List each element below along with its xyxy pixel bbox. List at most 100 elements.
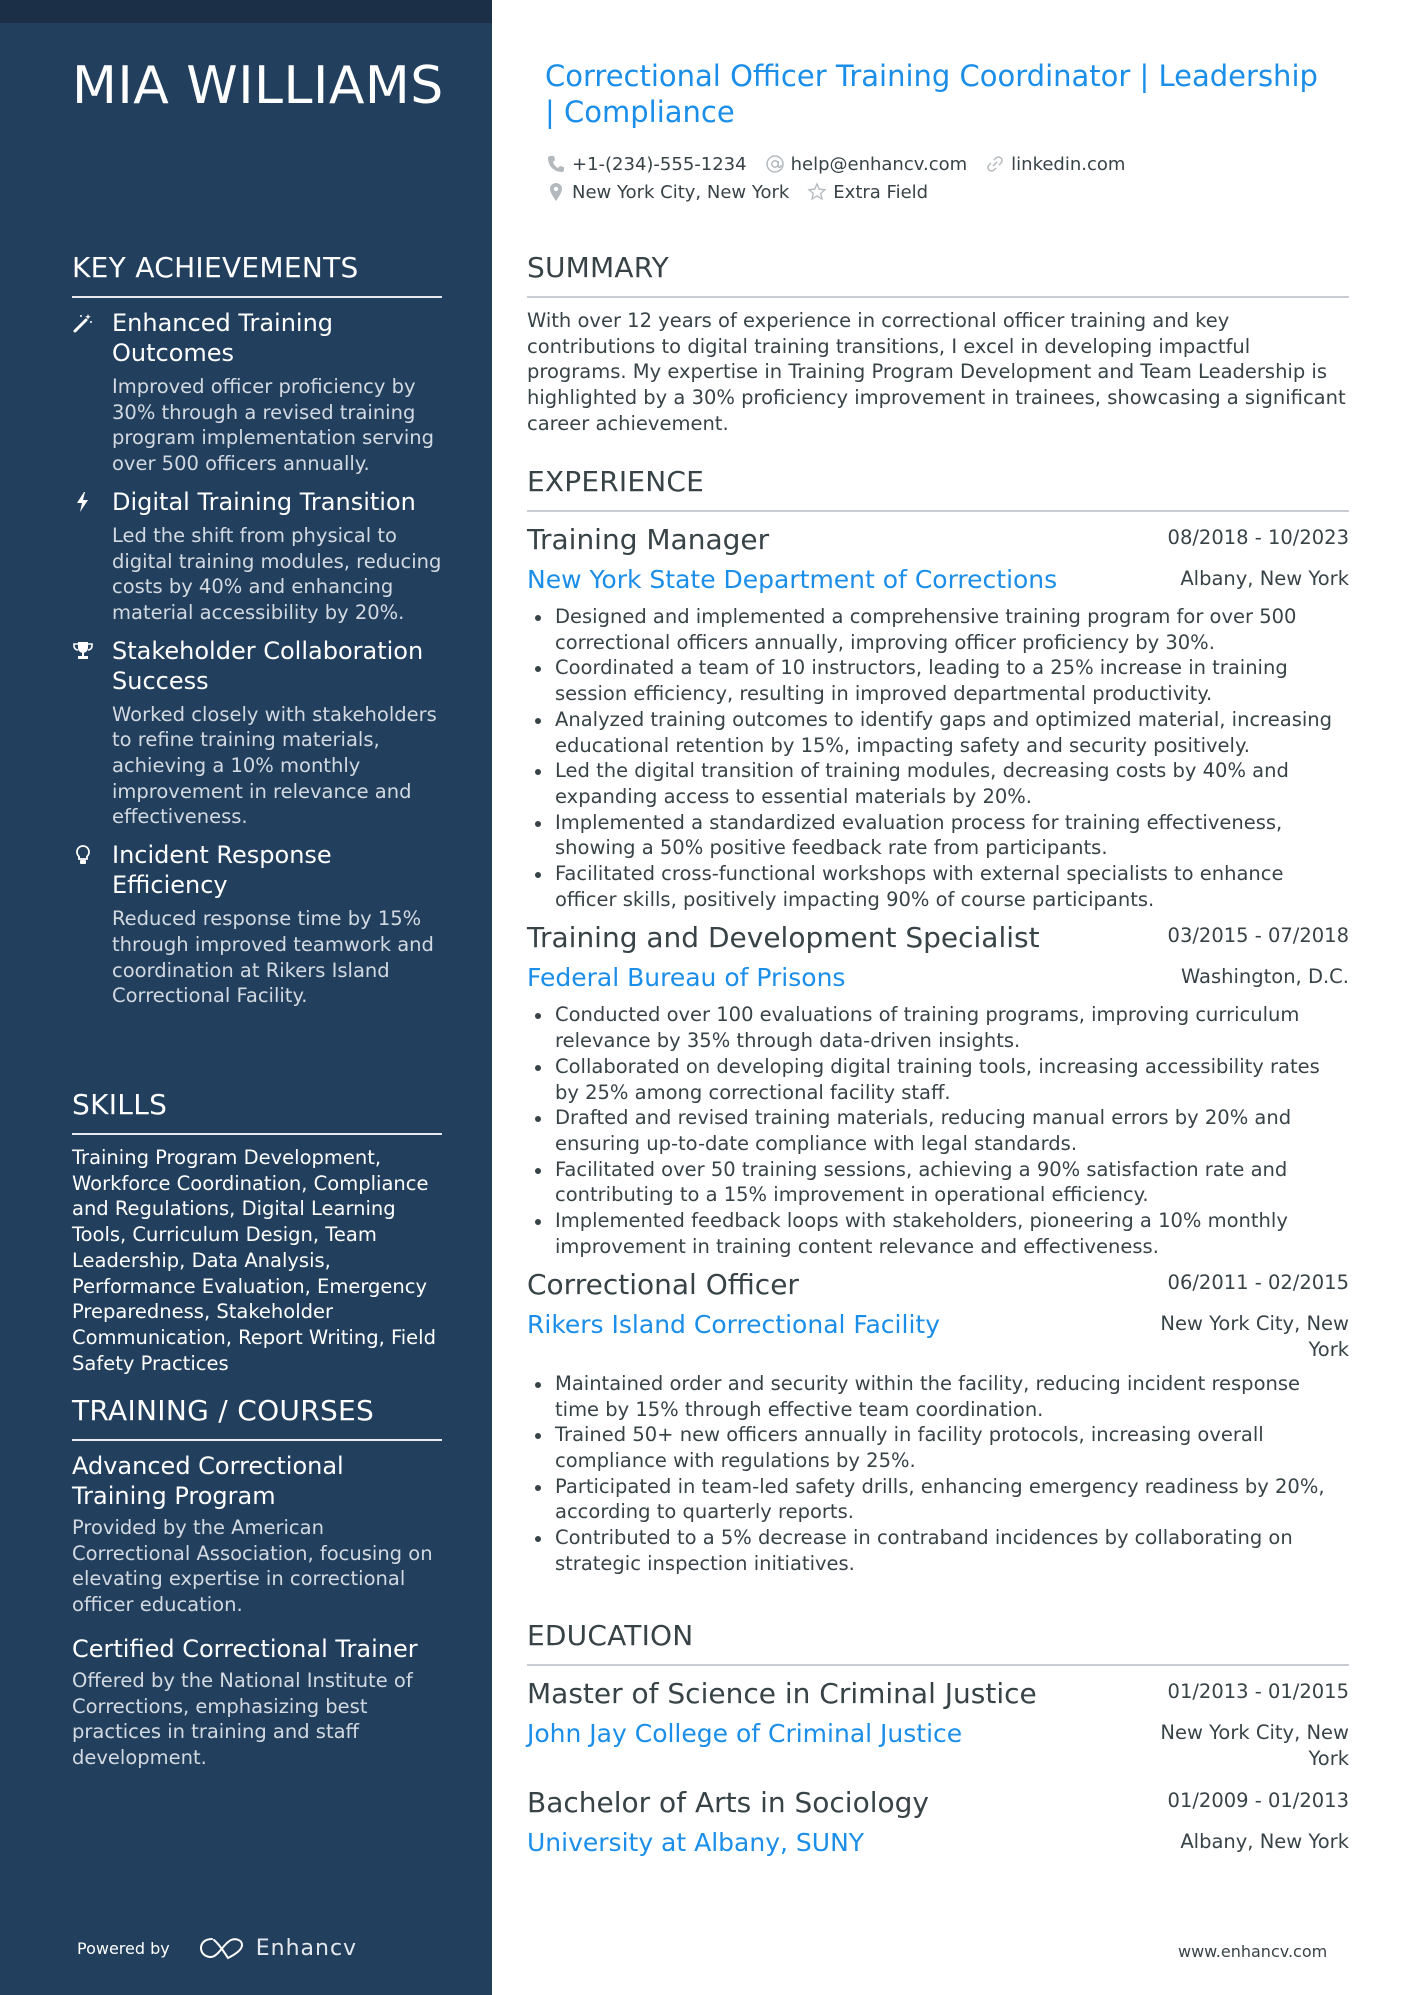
summary-section: SUMMARY With over 12 years of experience… (527, 250, 1349, 437)
job-dates: 06/2011 - 02/2015 (1167, 1271, 1349, 1295)
job-dates: 03/2015 - 07/2018 (1167, 924, 1349, 948)
bullet-item: Facilitated over 50 training sessions, a… (527, 1157, 1349, 1208)
at-sign-icon (765, 155, 784, 173)
achievement-description: Led the shift from physical to digital t… (112, 523, 442, 624)
school-name: University at Albany, SUNY (527, 1828, 865, 1858)
job-bullets: Conducted over 100 evaluations of traini… (527, 1002, 1349, 1259)
contact-phone: +1-(234)-555-1234 (546, 154, 747, 175)
experience-section: EXPERIENCE Training Manager 08/2018 - 10… (527, 464, 1349, 1585)
education-entry: Master of Science in Criminal Justice 01… (527, 1676, 1349, 1771)
bullet-item: Conducted over 100 evaluations of traini… (527, 1002, 1349, 1053)
education-dates: 01/2009 - 01/2013 (1167, 1789, 1349, 1813)
magic-wand-icon (72, 312, 94, 334)
contact-location: New York City, New York (546, 182, 789, 203)
location-text: New York City, New York (572, 181, 790, 203)
enhancv-brand: Enhancv (255, 1935, 358, 1961)
contact-row: +1-(234)-555-1234 help@enhancv.com linke… (546, 150, 1346, 178)
achievement-title: Incident Response Efficiency (112, 841, 332, 900)
section-divider (72, 296, 442, 298)
section-divider (527, 510, 1349, 512)
contact-email[interactable]: help@enhancv.com (765, 154, 968, 175)
bullet-item: Collaborated on developing digital train… (527, 1054, 1349, 1105)
achievement-description: Reduced response time by 15% through imp… (112, 907, 434, 1008)
section-divider (72, 1133, 442, 1135)
phone-number: +1-(234)-555-1234 (572, 153, 747, 175)
contact-info: +1-(234)-555-1234 help@enhancv.com linke… (546, 150, 1346, 206)
achievement-title: Digital Training Transition (112, 487, 416, 516)
course-description: Provided by the American Correctional As… (72, 1516, 433, 1617)
key-achievements-section: KEY ACHIEVEMENTS Enhanced Training Outco… (72, 250, 442, 1019)
skills-section: SKILLS Training Program Development, Wor… (72, 1087, 442, 1376)
contact-link[interactable]: linkedin.com (985, 154, 1125, 175)
course-item: Advanced Correctional Training Program P… (72, 1451, 442, 1618)
bullet-item: Maintained order and security within the… (527, 1371, 1349, 1422)
skills-list: Training Program Development, Workforce … (72, 1146, 436, 1375)
bullet-item: Trained 50+ new officers annually in fac… (527, 1422, 1349, 1473)
school-name: John Jay College of Criminal Justice (527, 1719, 963, 1748)
course-title: Certified Correctional Trainer (72, 1634, 418, 1663)
bullet-item: Coordinated a team of 10 instructors, le… (527, 655, 1349, 706)
courses-title: TRAINING / COURSES (72, 1394, 375, 1427)
education-title: EDUCATION (527, 1619, 694, 1652)
bullet-item: Analyzed training outcomes to identify g… (527, 707, 1349, 758)
summary-text: With over 12 years of experience in corr… (527, 309, 1346, 435)
achievement-title: Enhanced Training Outcomes (112, 309, 334, 367)
star-icon (807, 182, 827, 201)
candidate-name: MIA WILLIAMS (72, 56, 444, 116)
job-bullets: Maintained order and security within the… (527, 1371, 1349, 1577)
email-address[interactable]: help@enhancv.com (791, 154, 968, 175)
achievement-description: Improved officer proficiency by 30% thro… (112, 375, 435, 476)
job-title: Correctional Officer (527, 1268, 799, 1302)
courses-section: TRAINING / COURSES Advanced Correctional… (72, 1393, 442, 1787)
job-company: New York State Department of Corrections (527, 565, 1058, 594)
powered-by: Powered by Enhancv (77, 1935, 357, 1961)
section-divider (72, 1439, 442, 1441)
enhancv-logo-icon (199, 1938, 243, 1960)
job-entry: Training and Development Specialist 03/2… (527, 920, 1349, 1259)
achievement-title: Stakeholder Collaboration Success (112, 636, 424, 695)
powered-by-label: Powered by (77, 1938, 170, 1958)
course-description: Offered by the National Institute of Cor… (72, 1668, 413, 1769)
footer-url[interactable]: www.enhancv.com (1178, 1942, 1327, 1961)
experience-title: EXPERIENCE (527, 465, 705, 498)
linkedin-link[interactable]: linkedin.com (1011, 154, 1125, 175)
school-location: Albany, New York (1180, 1830, 1349, 1854)
bullet-item: Implemented a standardized evaluation pr… (527, 810, 1349, 861)
bullet-item: Drafted and revised training materials, … (527, 1105, 1349, 1156)
lightning-bolt-icon (72, 491, 94, 513)
job-location: Albany, New York (1180, 567, 1349, 590)
bullet-item: Participated in team-led safety drills, … (527, 1474, 1349, 1525)
key-achievements-title: KEY ACHIEVEMENTS (72, 251, 359, 284)
section-divider (527, 1664, 1349, 1666)
bullet-item: Contributed to a 5% decrease in contraba… (527, 1525, 1349, 1576)
sidebar: MIA WILLIAMS KEY ACHIEVEMENTS Enhanced T… (0, 0, 492, 1995)
bullet-item: Implemented feedback loops with stakehol… (527, 1208, 1349, 1259)
job-title: Training Manager (527, 523, 770, 556)
summary-title: SUMMARY (527, 251, 669, 284)
job-title: Training and Development Specialist (527, 921, 1040, 955)
skills-title: SKILLS (72, 1088, 168, 1121)
lightbulb-icon (72, 844, 94, 866)
contact-row: New York City, New York Extra Field (546, 178, 1346, 206)
location-pin-icon (550, 183, 562, 201)
achievement-item: Enhanced Training Outcomes Improved offi… (72, 308, 442, 477)
degree-title: Bachelor of Arts in Sociology (527, 1786, 929, 1820)
trophy-icon (72, 640, 94, 662)
phone-icon (548, 156, 564, 172)
job-location: Washington, D.C. (1180, 965, 1349, 989)
job-entry: Correctional Officer 06/2011 - 02/2015 R… (527, 1267, 1349, 1576)
bullet-item: Facilitated cross-functional workshops w… (527, 861, 1349, 912)
job-entry: Training Manager 08/2018 - 10/2023 New Y… (527, 522, 1349, 912)
job-location: New York City, New York (1160, 1312, 1349, 1362)
bullet-item: Led the digital transition of training m… (527, 758, 1349, 809)
achievement-item: Incident Response Efficiency Reduced res… (72, 840, 442, 1009)
education-entry: Bachelor of Arts in Sociology 01/2009 - … (527, 1785, 1349, 1859)
achievement-description: Worked closely with stakeholders to refi… (112, 702, 437, 829)
headline: Correctional Officer Training Coordinato… (545, 59, 1318, 129)
contact-extra: Extra Field (807, 182, 928, 203)
course-title: Advanced Correctional Training Program (72, 1452, 344, 1510)
section-divider (527, 296, 1349, 298)
link-icon (987, 156, 1003, 172)
education-dates: 01/2013 - 01/2015 (1167, 1680, 1349, 1703)
job-company: Rikers Island Correctional Facility (527, 1310, 940, 1340)
